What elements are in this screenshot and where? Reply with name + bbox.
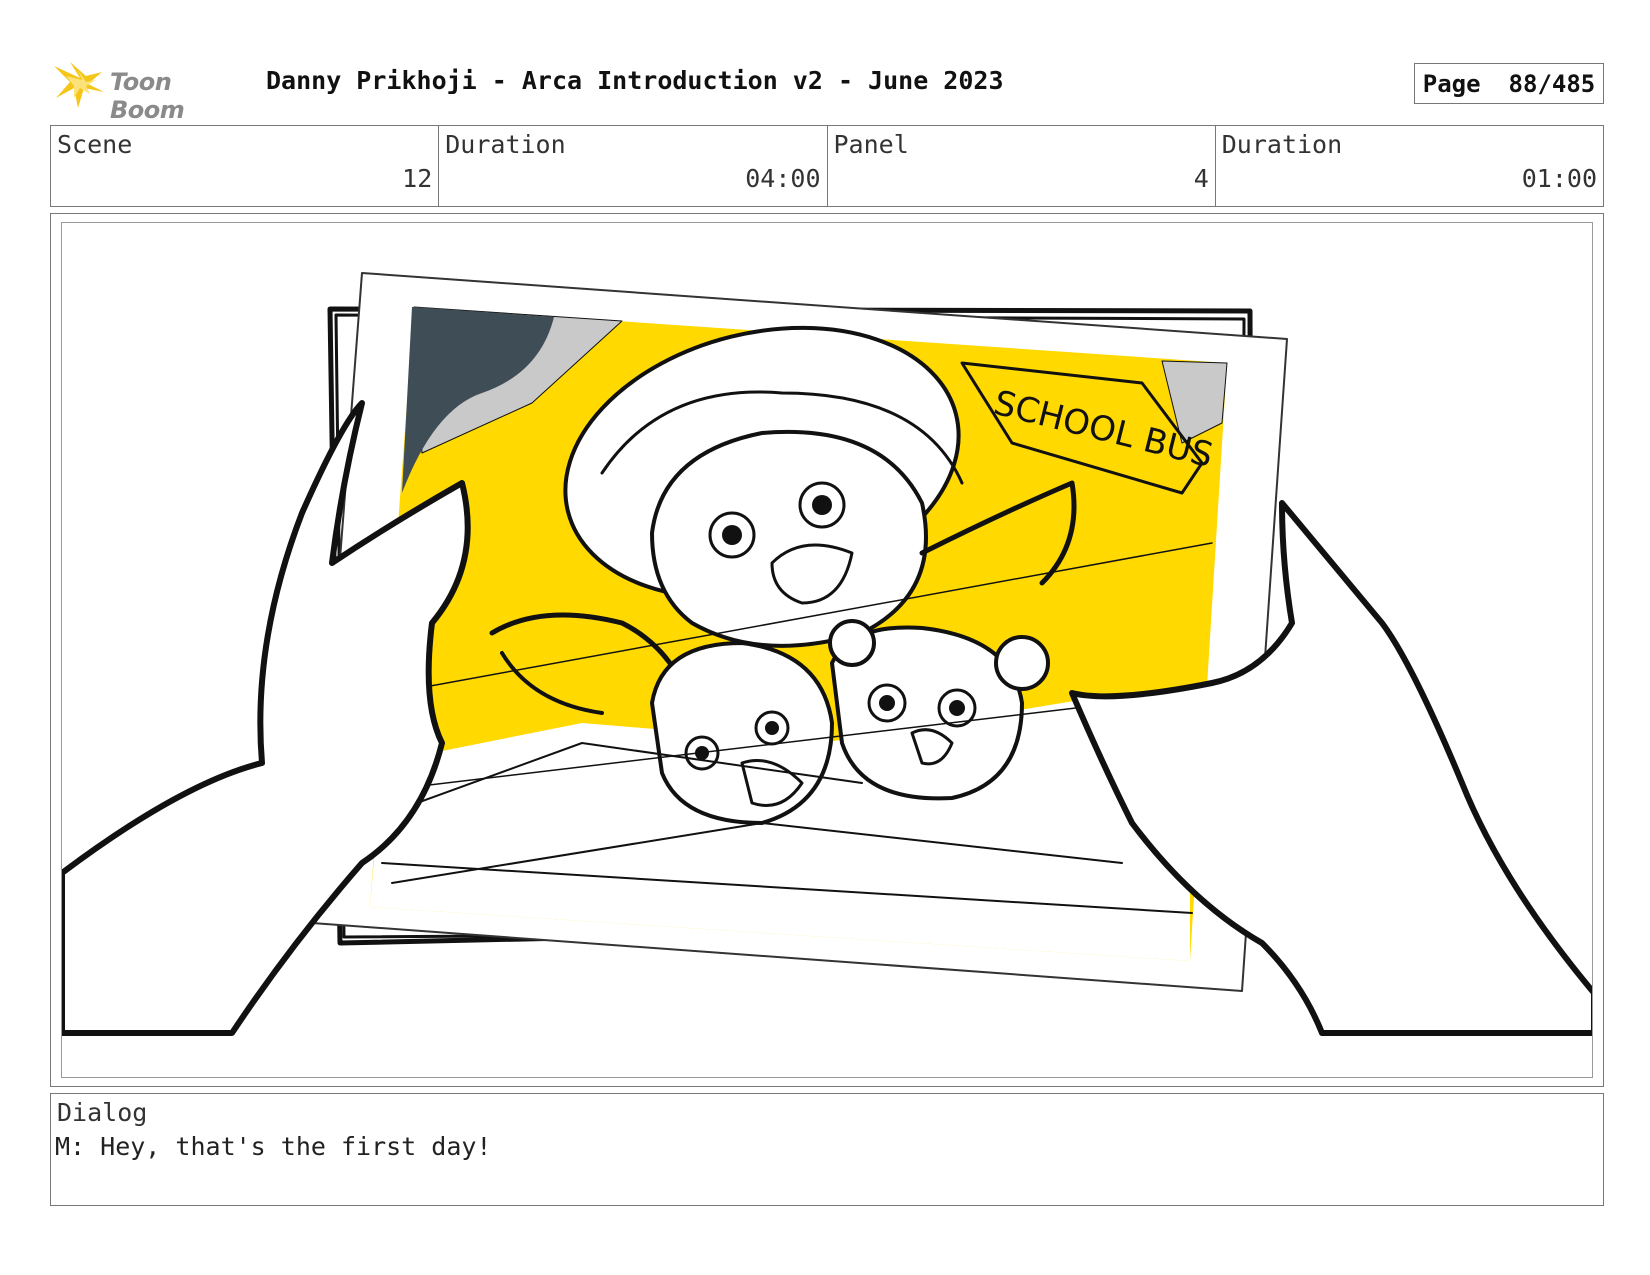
page-number: 88/485 (1508, 69, 1596, 98)
small-character-left (650, 641, 834, 825)
scene-info-row: Scene 12 Duration 04:00 Panel 4 Duration… (50, 125, 1604, 207)
dialog-label: Dialog (57, 1098, 148, 1127)
dialog-text: M: Hey, that's the first day! (55, 1132, 492, 1161)
logo-text: Toon Boom (110, 68, 185, 124)
page-indicator: Page 88/485 (1414, 63, 1604, 104)
scene-cell: Scene 12 (51, 126, 440, 206)
starburst-icon (54, 62, 104, 108)
scene-label: Scene (57, 130, 133, 159)
page-title: Danny Prikhoji - Arca Introduction v2 - … (266, 66, 1004, 95)
panel-duration-cell: Duration 01:00 (1216, 126, 1603, 206)
character-head (650, 429, 928, 648)
panel-cell: Panel 4 (828, 126, 1216, 206)
panel-value: 4 (1193, 164, 1209, 193)
dialog-box: Dialog M: Hey, that's the first day! (50, 1093, 1604, 1206)
scene-value: 12 (402, 164, 433, 193)
toon-boom-logo: Toon Boom (52, 58, 252, 124)
storyboard-sketch: SCHOOL BUS (62, 272, 1592, 1036)
scene-duration-label: Duration (445, 130, 566, 159)
panel-duration-value: 01:00 (1521, 164, 1597, 193)
scene-duration-cell: Duration 04:00 (439, 126, 828, 206)
storyboard-panel: SCHOOL BUS (61, 222, 1593, 1078)
panel-duration-label: Duration (1221, 130, 1343, 159)
scene-duration-value: 04:00 (745, 164, 821, 193)
page-label: Page (1422, 69, 1481, 98)
panel-label: Panel (833, 130, 909, 159)
storyboard-panel-frame: SCHOOL BUS (50, 213, 1604, 1087)
